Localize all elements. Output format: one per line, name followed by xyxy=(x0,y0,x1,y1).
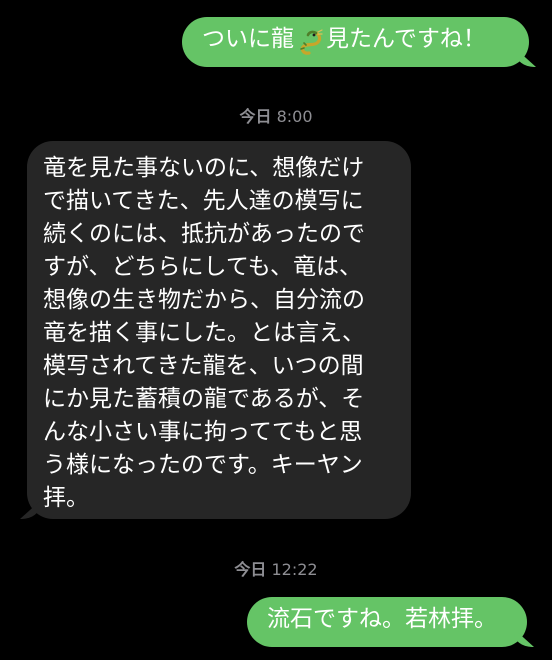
chat-thread: ついに龍 見たんですね！ 今日 8:00 竜を見た事ないのに、想像だけ で描いて… xyxy=(0,0,552,660)
message-line: 模写されてきた龍を、いつの間 xyxy=(43,353,364,379)
message-line: 想像の生き物だから、自分流の xyxy=(43,287,365,313)
message-line: 拝。 xyxy=(43,485,89,511)
timestamp-day: 今日 xyxy=(239,107,272,126)
message-line: 竜を見た事ないのに、想像だけ xyxy=(43,155,365,181)
message-text: 流石ですね。若林拝。 xyxy=(267,606,497,632)
message-line: んな小さい事に拘っててもと思 xyxy=(43,419,363,445)
timestamp-time: 12:22 xyxy=(271,560,318,579)
message-line: 竜を描く事にした。とは言え、 xyxy=(43,320,365,346)
timestamp-time: 8:00 xyxy=(276,107,313,126)
message-line: にか見た蓄積の龍であるが、そ xyxy=(43,386,365,412)
message-text: ついに龍 xyxy=(202,26,294,52)
timestamp: 今日 12:22 xyxy=(0,556,552,580)
message-line: で描いてきた、先人達の模写に xyxy=(43,188,364,214)
received-message-bubble[interactable]: 竜を見た事ないのに、想像だけ で描いてきた、先人達の模写に 続くのには、抵抗があ… xyxy=(27,141,411,519)
timestamp-day: 今日 xyxy=(234,560,267,579)
message-line: 続くのには、抵抗があったので xyxy=(43,221,365,247)
message-text: 見たんですね！ xyxy=(326,26,486,52)
timestamp: 今日 8:00 xyxy=(0,103,552,127)
dragon-icon xyxy=(300,29,323,55)
sent-message-bubble[interactable]: 流石ですね。若林拝。 xyxy=(247,597,527,647)
message-line: う様になったのです。キーヤン xyxy=(43,452,363,478)
sent-message-bubble[interactable]: ついに龍 見たんですね！ xyxy=(182,17,529,67)
message-line: すが、どちらにしても、竜は、 xyxy=(43,254,363,280)
